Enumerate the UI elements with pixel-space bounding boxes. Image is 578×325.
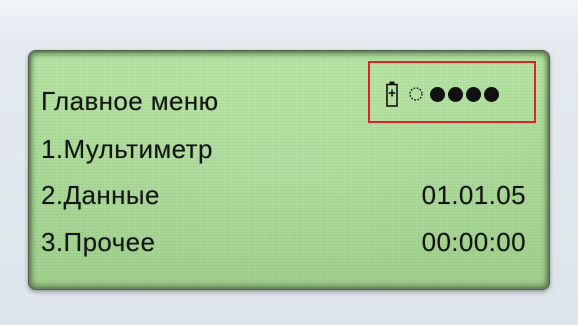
signal-dot-icon (484, 86, 499, 102)
time-readout: 00:00:00 (421, 227, 526, 257)
status-indicators (386, 78, 502, 110)
battery-charging-icon (386, 81, 398, 107)
date-readout: 01.01.05 (421, 180, 526, 210)
main-menu-title: Главное меню (41, 86, 219, 116)
menu-item-multimeter[interactable]: 1.Мультиметр (41, 134, 213, 164)
device-frame: Главное меню 1.Мультиметр 2.Данные 3.Про… (0, 0, 578, 325)
menu-item-other[interactable]: 3.Прочее (41, 227, 155, 257)
signal-strength-dots (430, 86, 502, 102)
signal-dot-icon (430, 86, 445, 102)
signal-empty-dot-icon (409, 87, 423, 101)
signal-dot-icon (448, 86, 463, 102)
menu-item-data[interactable]: 2.Данные (41, 180, 160, 210)
signal-dot-icon (466, 86, 481, 102)
